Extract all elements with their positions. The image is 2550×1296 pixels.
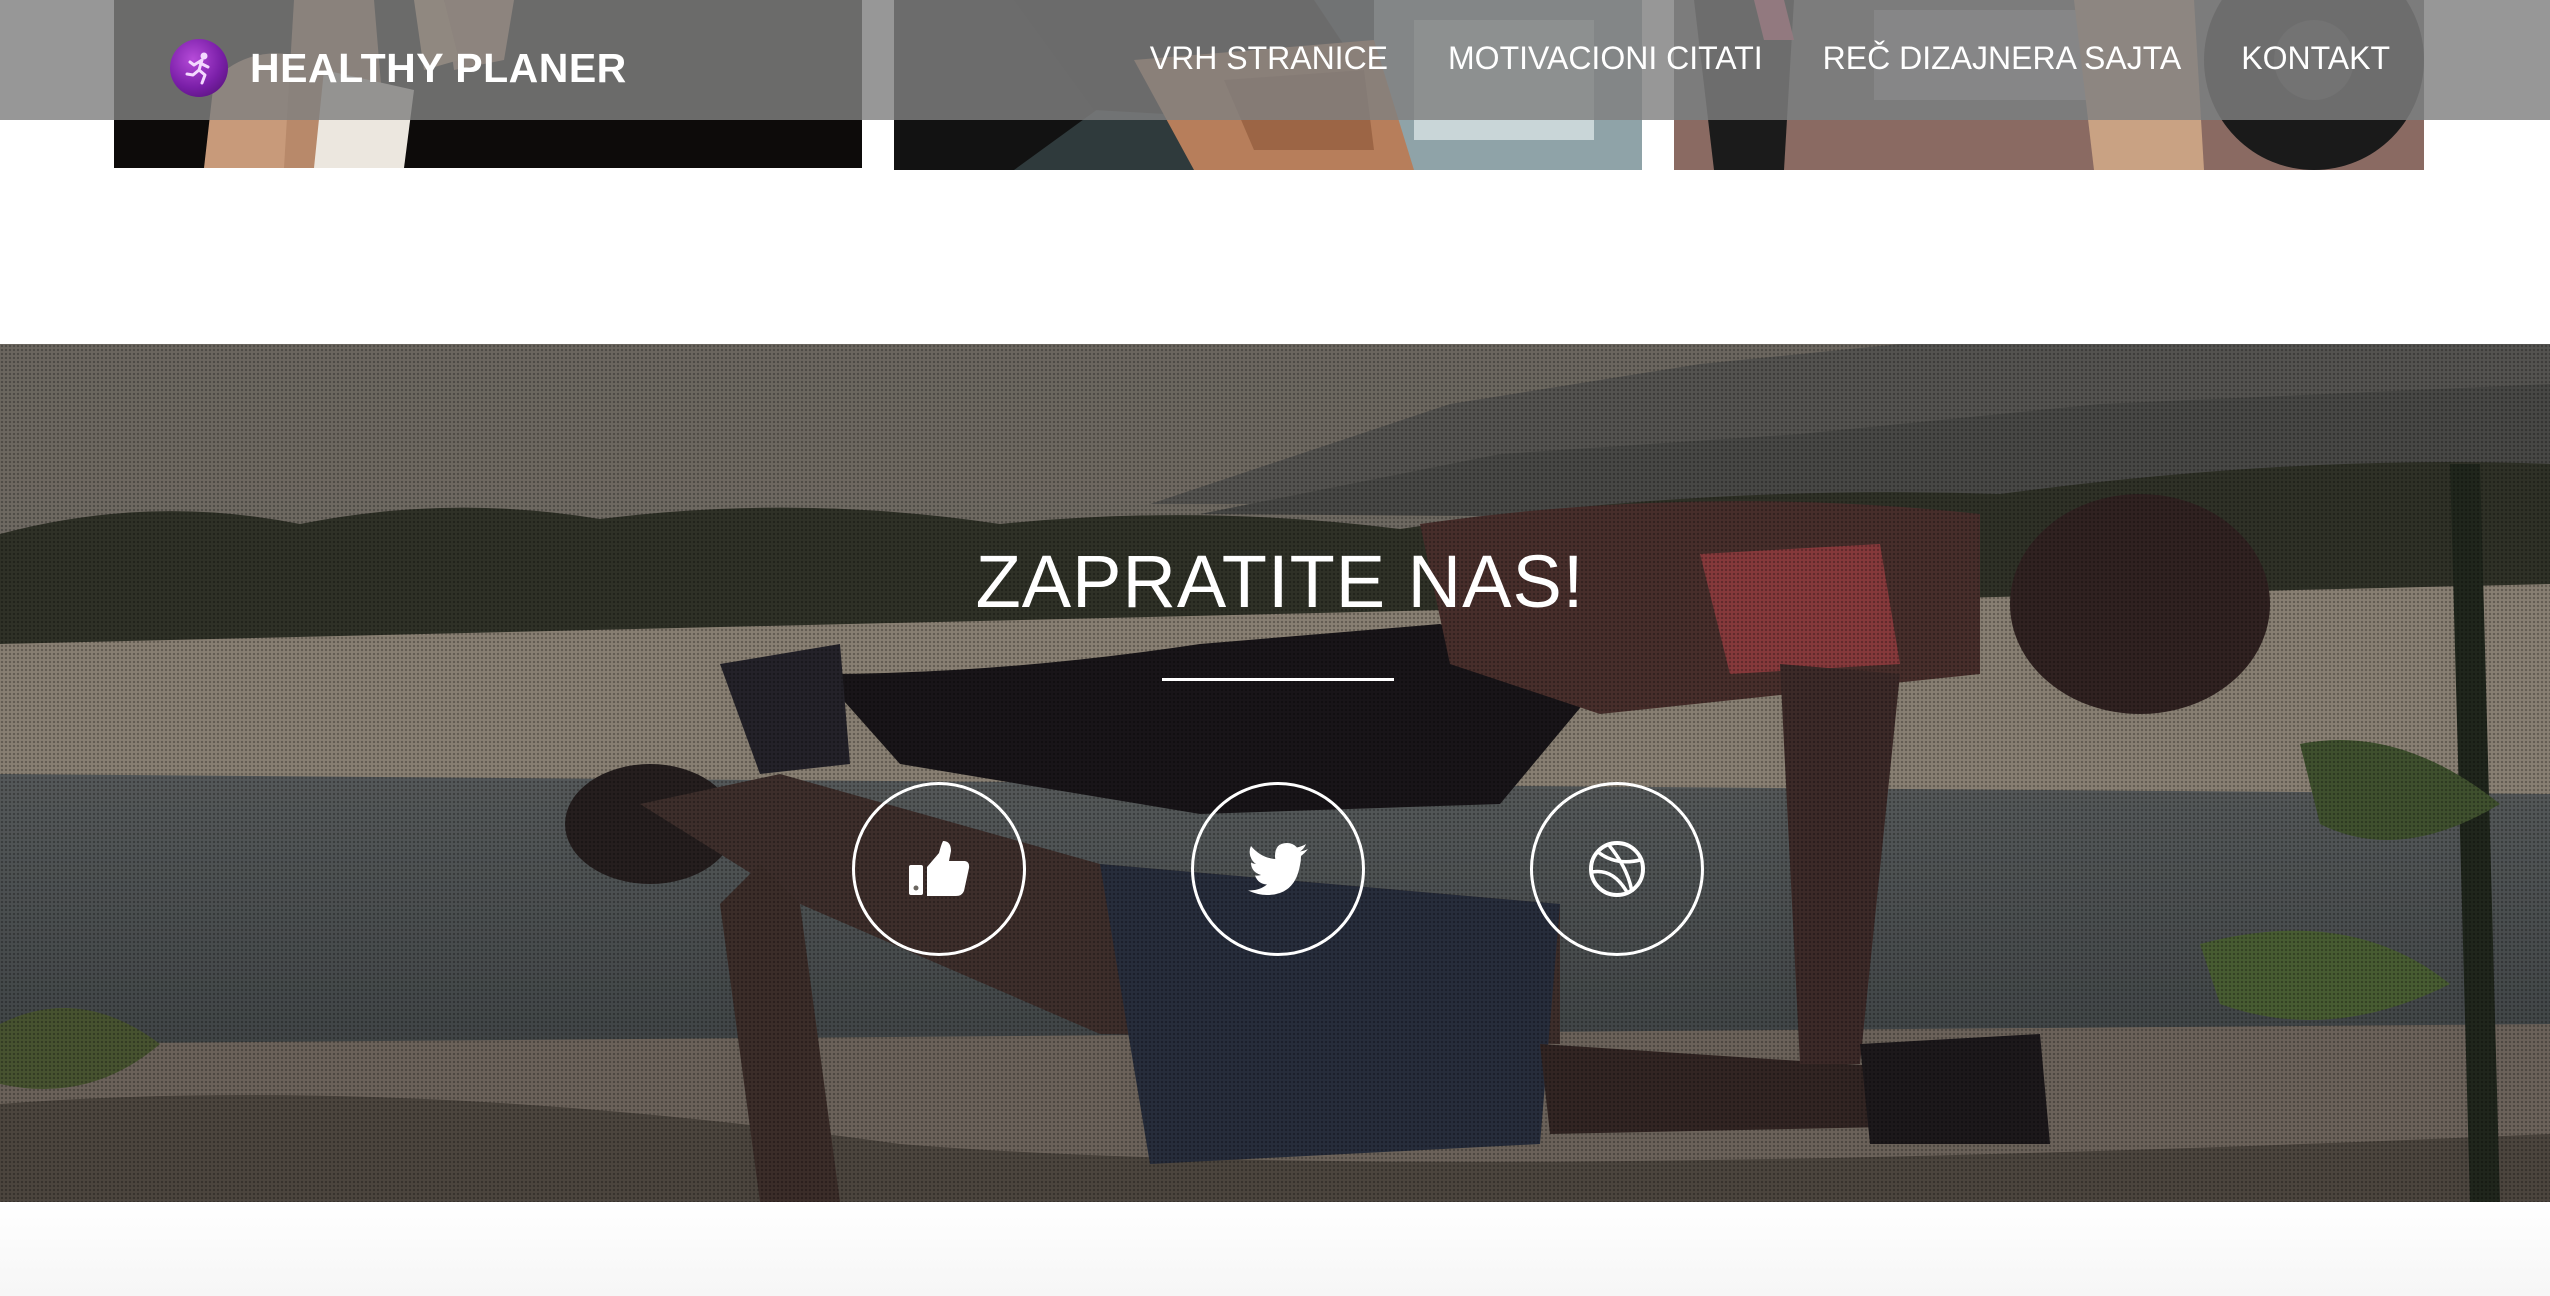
twitter-bird-icon [1248, 843, 1308, 895]
nav-link-vrh-stranice[interactable]: VRH STRANICE [1150, 40, 1388, 77]
dribbble-button[interactable] [1530, 782, 1704, 956]
heading-divider [1162, 678, 1394, 681]
runner-icon [170, 39, 228, 97]
dot-pattern-overlay [0, 344, 2550, 1202]
nav-link-motivacioni-citati[interactable]: MOTIVACIONI CITATI [1448, 40, 1763, 77]
top-navbar: HEALTHY PLANER VRH STRANICE MOTIVACIONI … [0, 0, 2550, 120]
follow-us-heading: ZAPRATITE NAS! [975, 540, 1585, 623]
thumbs-up-icon [909, 841, 970, 896]
brand-home-link[interactable]: HEALTHY PLANER [170, 38, 627, 98]
facebook-like-button[interactable] [852, 782, 1026, 956]
brand-name: HEALTHY PLANER [250, 44, 627, 91]
nav-link-rec-dizajnera[interactable]: REČ DIZAJNERA SAJTA [1823, 40, 2182, 77]
follow-us-section: ZAPRATITE NAS! [0, 344, 2550, 1202]
nav-link-kontakt[interactable]: KONTAKT [2241, 40, 2390, 77]
page: HEALTHY PLANER VRH STRANICE MOTIVACIONI … [0, 0, 2550, 1296]
next-section-top [0, 1202, 2550, 1296]
main-nav: VRH STRANICE MOTIVACIONI CITATI REČ DIZA… [1150, 40, 2390, 77]
dribbble-icon [1589, 841, 1645, 897]
twitter-button[interactable] [1191, 782, 1365, 956]
